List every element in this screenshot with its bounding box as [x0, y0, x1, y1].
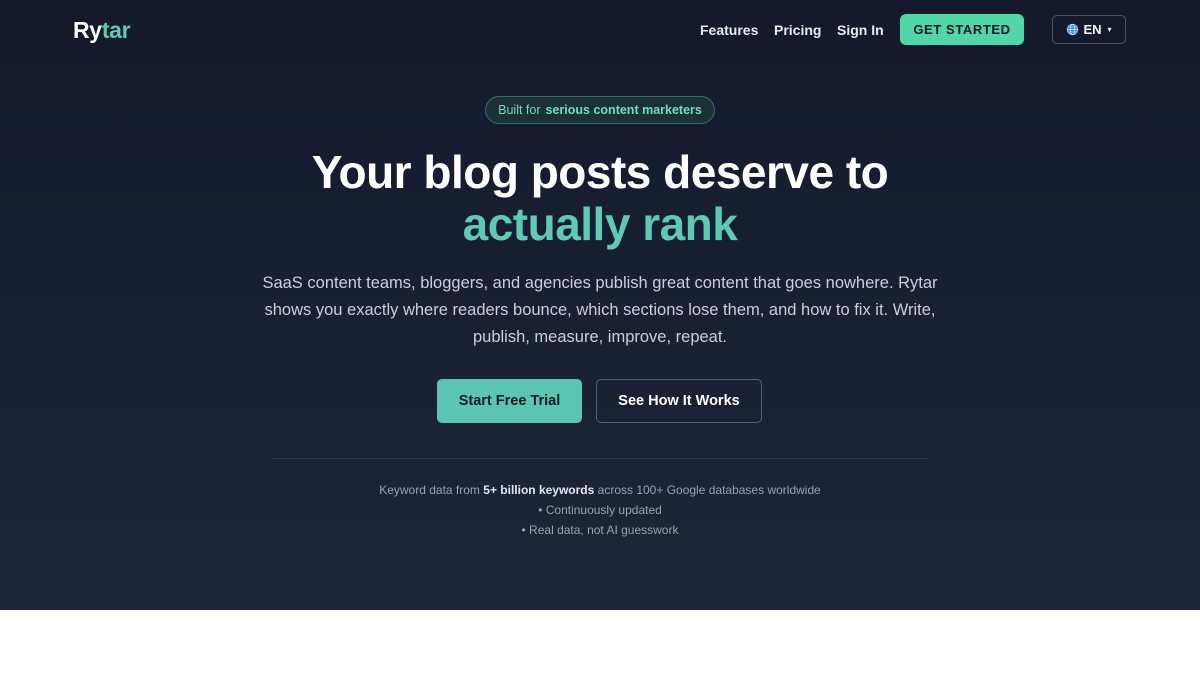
hero-section: Rytar Features Pricing Sign In GET START…: [0, 0, 1200, 610]
divider: [271, 458, 929, 459]
stats-keyword-count: 5+ billion keywords: [483, 483, 595, 497]
nav-link-sign-in[interactable]: Sign In: [837, 22, 884, 38]
language-selector[interactable]: EN ▾: [1052, 15, 1126, 44]
see-how-it-works-button[interactable]: See How It Works: [596, 379, 762, 423]
start-free-trial-button[interactable]: Start Free Trial: [437, 379, 582, 423]
badge-highlight: serious content marketers: [545, 103, 702, 117]
headline-line-2: actually rank: [462, 198, 738, 250]
hero-subtitle: SaaS content teams, bloggers, and agenci…: [262, 274, 938, 346]
chevron-down-icon: ▾: [1107, 25, 1112, 34]
language-label: EN: [1083, 22, 1102, 37]
nav-link-pricing[interactable]: Pricing: [774, 22, 821, 38]
get-started-button[interactable]: GET STARTED: [900, 14, 1024, 45]
stats-prefix: Keyword data from: [379, 483, 480, 497]
badge-prefix: Built for: [498, 103, 541, 117]
logo-accent-text: tar: [101, 17, 131, 43]
page-title: Your blog posts deserve to actually rank: [0, 146, 1200, 250]
stats-line-1: Keyword data from 5+ billion keywords ac…: [0, 483, 1200, 497]
logo[interactable]: Rytar: [73, 17, 131, 44]
headline-line-1: Your blog posts deserve to: [311, 146, 889, 198]
stats-line-2: • Continuously updated: [538, 503, 662, 517]
globe-icon: [1066, 23, 1079, 36]
top-nav: Rytar Features Pricing Sign In GET START…: [0, 0, 1200, 62]
logo-text: Ry: [73, 17, 102, 43]
stats-line-3: • Real data, not AI guesswork: [521, 523, 679, 537]
audience-badge: Built for serious content marketers: [485, 96, 715, 124]
stats-suffix: across 100+ Google databases worldwide: [597, 483, 821, 497]
nav-link-features[interactable]: Features: [700, 22, 758, 38]
